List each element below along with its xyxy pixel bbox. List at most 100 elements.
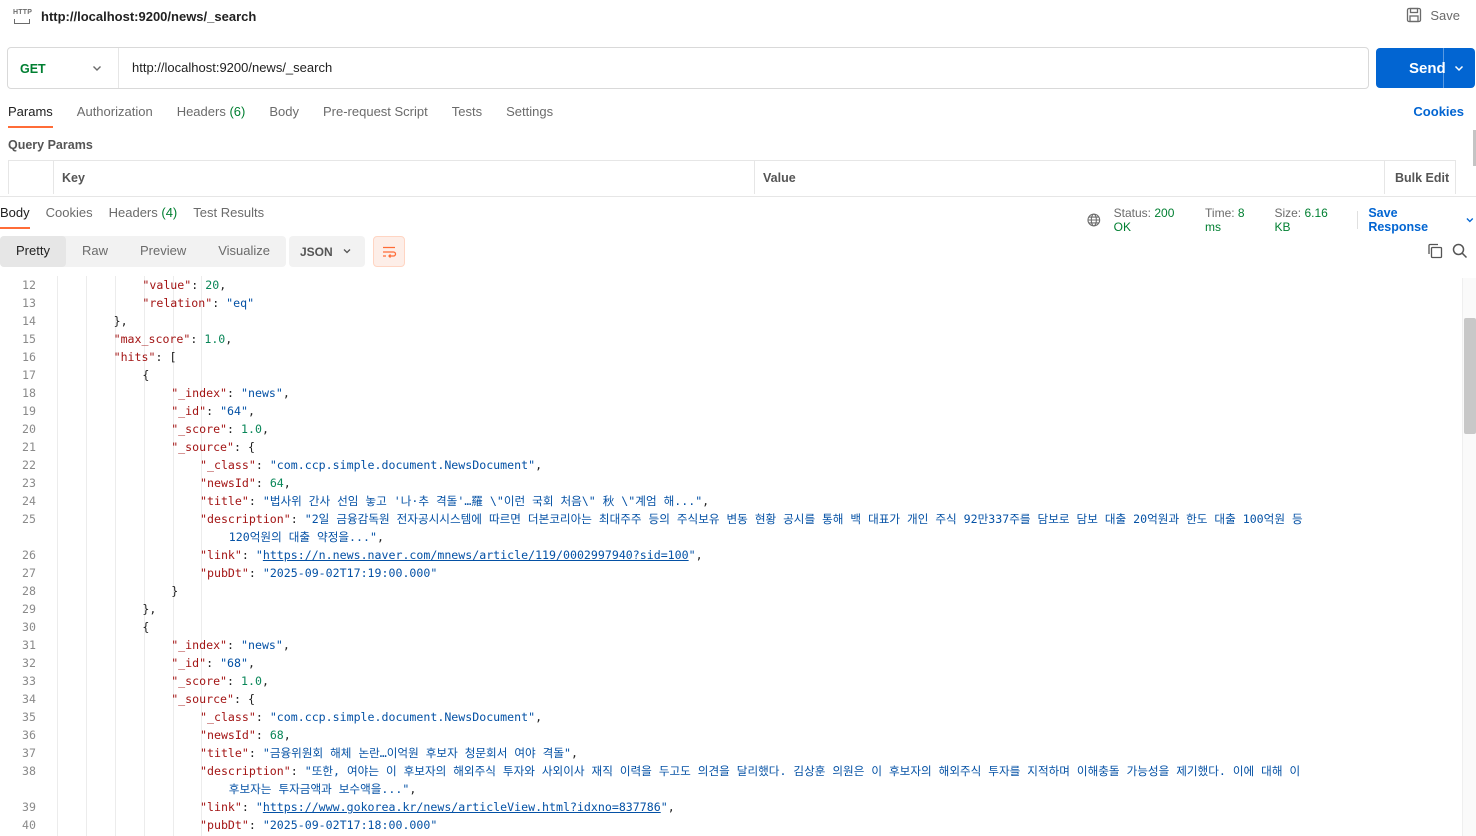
tab-authorization[interactable]: Authorization bbox=[77, 104, 153, 128]
method-select[interactable]: GET bbox=[8, 48, 119, 88]
code-token: "_source" bbox=[171, 692, 235, 706]
status-divider bbox=[1357, 211, 1359, 229]
view-pretty[interactable]: Pretty bbox=[0, 236, 66, 267]
code-token: "newsId" bbox=[200, 476, 256, 490]
code-text: "max_score": 1.0, bbox=[114, 330, 233, 348]
tab-response-cookies[interactable]: Cookies bbox=[46, 205, 93, 229]
code-line: 120억원의 대출 약정을...", bbox=[0, 528, 1462, 546]
response-scrollbar-thumb[interactable] bbox=[1464, 318, 1476, 434]
code-token: : bbox=[255, 728, 270, 742]
tab-response-headers[interactable]: Headers (4) bbox=[109, 205, 178, 229]
tab-params[interactable]: Params bbox=[8, 104, 53, 128]
response-format-bar: Pretty Raw Preview Visualize JSON bbox=[0, 236, 1476, 278]
globe-icon[interactable] bbox=[1087, 213, 1101, 227]
code-line: 18 "_index": "news", bbox=[0, 384, 1462, 402]
code-token: : [ bbox=[155, 350, 177, 364]
code-token: "2일 금융감독원 전자공시시스템에 따르면 더본코리아는 최대주주 등의 주식… bbox=[304, 512, 1303, 526]
tab-tests[interactable]: Tests bbox=[452, 104, 482, 128]
line-number: 30 bbox=[22, 620, 36, 634]
code-token: , bbox=[282, 638, 290, 652]
code-token: } bbox=[171, 584, 179, 598]
code-text: "newsId": 64, bbox=[200, 474, 291, 492]
line-number: 26 bbox=[22, 548, 36, 562]
code-token: "description" bbox=[200, 512, 291, 526]
url-input[interactable] bbox=[132, 60, 1352, 75]
cookies-link[interactable]: Cookies bbox=[1413, 104, 1464, 119]
key-column-header: Key bbox=[54, 161, 755, 194]
code-text: { bbox=[142, 366, 149, 384]
code-token: "_source" bbox=[171, 440, 235, 454]
code-token: : bbox=[248, 494, 263, 508]
code-line: 17 { bbox=[0, 366, 1462, 384]
line-number: 25 bbox=[22, 512, 36, 526]
tab-response-body[interactable]: Body bbox=[0, 205, 30, 229]
code-line: 24 "title": "법사위 간사 선임 놓고 '나·추 격돌'…羅 \"이런… bbox=[0, 492, 1462, 510]
send-label: Send bbox=[1409, 60, 1446, 77]
code-token: "법사위 간사 선임 놓고 '나·추 격돌'…羅 \"이런 국회 처음\" 秋 … bbox=[262, 494, 703, 508]
code-token: "news" bbox=[241, 638, 283, 652]
code-token: : bbox=[212, 296, 227, 310]
code-token: " bbox=[255, 548, 263, 562]
status-text[interactable]: Status: 200 OK bbox=[1114, 206, 1193, 234]
link-url[interactable]: https://n.news.naver.com/mnews/article/1… bbox=[263, 548, 689, 562]
request-title[interactable]: http://localhost:9200/news/_search bbox=[41, 9, 256, 24]
code-token: "_score" bbox=[171, 422, 228, 436]
code-token: 1.0 bbox=[241, 422, 262, 436]
code-token: " bbox=[660, 800, 668, 814]
bulk-edit-button[interactable]: Bulk Edit bbox=[1385, 161, 1456, 194]
response-body-viewer[interactable]: 12 "value": 20, 13 "relation": "eq" 14}, 15 "m… bbox=[0, 276, 1462, 836]
code-token: : bbox=[227, 674, 241, 688]
line-number: 37 bbox=[22, 746, 36, 760]
code-text: "title": "법사위 간사 선임 놓고 '나·추 격돌'…羅 \"이런 국… bbox=[200, 492, 709, 510]
request-title-bar: HTTP http://localhost:9200/news/_search … bbox=[0, 0, 1476, 36]
code-line: 13 "relation": "eq" bbox=[0, 294, 1462, 312]
code-line: 33 "_score": 1.0, bbox=[0, 672, 1462, 690]
line-number: 17 bbox=[22, 368, 36, 382]
code-token: 64 bbox=[269, 476, 284, 490]
view-preview[interactable]: Preview bbox=[124, 236, 202, 267]
link-url[interactable]: https://www.gokorea.kr/news/articleView.… bbox=[263, 800, 661, 814]
chevron-down-icon[interactable] bbox=[1452, 61, 1466, 75]
tab-body[interactable]: Body bbox=[269, 104, 299, 128]
copy-icon[interactable] bbox=[1427, 243, 1443, 259]
chevron-down-icon bbox=[343, 249, 351, 254]
line-number: 23 bbox=[22, 476, 36, 490]
code-token: , bbox=[667, 800, 675, 814]
code-token: , bbox=[282, 386, 290, 400]
code-line: 30 { bbox=[0, 618, 1462, 636]
tab-headers[interactable]: Headers (6) bbox=[177, 104, 246, 128]
http-request-icon: HTTP bbox=[13, 9, 32, 25]
tab-settings[interactable]: Settings bbox=[506, 104, 553, 128]
code-token: "description" bbox=[200, 764, 291, 778]
save-button[interactable]: Save bbox=[1406, 7, 1460, 23]
code-token: "_index" bbox=[171, 386, 228, 400]
code-token: "_index" bbox=[171, 638, 228, 652]
code-token: "2025-09-02T17:19:00.000" bbox=[262, 566, 438, 580]
code-token: : bbox=[227, 386, 241, 400]
code-token: : { bbox=[234, 692, 255, 706]
send-button[interactable]: Send bbox=[1376, 48, 1475, 88]
line-number: 27 bbox=[22, 566, 36, 580]
line-number: 34 bbox=[22, 692, 36, 706]
format-select[interactable]: JSON bbox=[289, 236, 365, 267]
view-visualize[interactable]: Visualize bbox=[202, 236, 286, 267]
code-line: 27 "pubDt": "2025-09-02T17:19:00.000" bbox=[0, 564, 1462, 582]
view-raw[interactable]: Raw bbox=[66, 236, 124, 267]
time-text[interactable]: Time: 8 ms bbox=[1205, 206, 1262, 234]
response-scrollbar[interactable] bbox=[1462, 278, 1476, 836]
code-token: "금융위원회 해체 논란…이억원 후보자 청문회서 여야 격돌" bbox=[262, 746, 571, 760]
code-line: 39 "link": "https://www.gokorea.kr/news/a… bbox=[0, 798, 1462, 816]
code-text: }, bbox=[142, 600, 156, 618]
line-number: 19 bbox=[22, 404, 36, 418]
code-token: : bbox=[255, 458, 270, 472]
tab-pre-request-script[interactable]: Pre-request Script bbox=[323, 104, 428, 128]
line-number: 14 bbox=[22, 314, 36, 328]
wrap-lines-button[interactable] bbox=[373, 236, 405, 267]
code-token: "hits" bbox=[113, 350, 156, 364]
format-label: JSON bbox=[300, 245, 333, 259]
tab-test-results[interactable]: Test Results bbox=[193, 205, 264, 229]
size-text[interactable]: Size: 6.16 KB bbox=[1274, 206, 1345, 234]
save-response-button[interactable]: Save Response bbox=[1368, 206, 1476, 234]
line-number: 39 bbox=[22, 800, 36, 814]
search-icon[interactable] bbox=[1452, 243, 1468, 259]
